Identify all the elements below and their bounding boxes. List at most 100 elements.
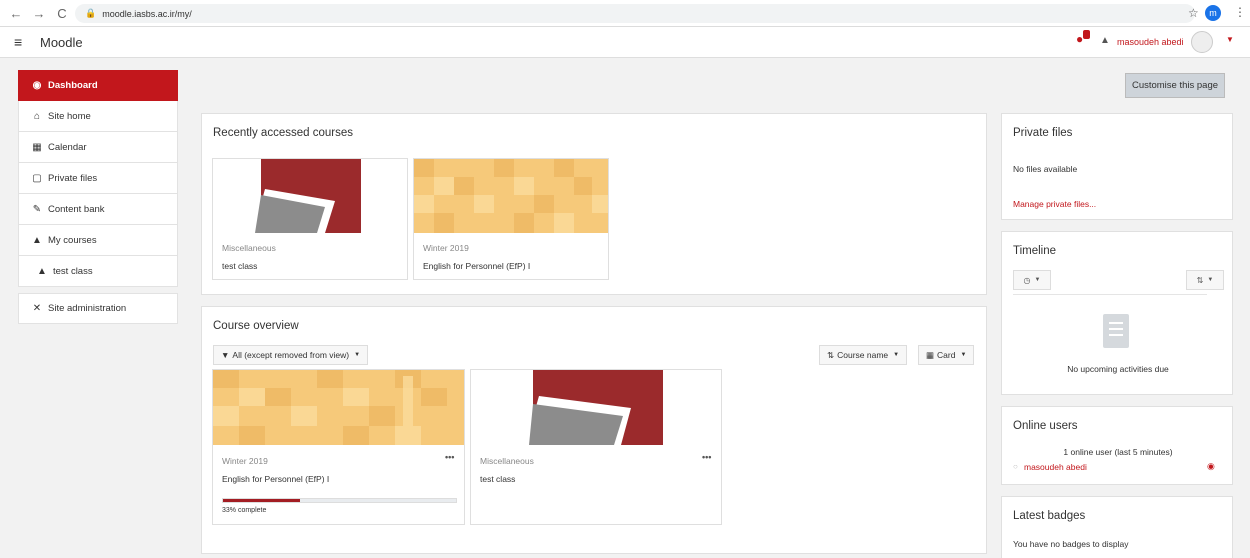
block-title: Private files: [1013, 127, 1073, 139]
course-image: [213, 159, 407, 233]
manage-private-files-link[interactable]: Manage private files...: [1013, 199, 1096, 209]
empty-message: No upcoming activities due: [1067, 364, 1169, 374]
course-image: [471, 370, 721, 445]
progress-label: 33% complete: [222, 507, 267, 514]
browser-menu-icon[interactable]: ⋮: [1234, 5, 1246, 19]
chevron-down-icon: ▼: [1207, 277, 1214, 283]
sort-dropdown[interactable]: ⇅ Course name ▼: [819, 345, 908, 365]
empty-activity-icon: [1103, 314, 1129, 348]
forward-icon[interactable]: →: [32, 6, 46, 21]
online-user-link[interactable]: masoudeh abedi: [1024, 462, 1087, 472]
wrench-icon: ✕: [32, 303, 42, 314]
view-label: Card: [937, 350, 956, 360]
timeline-date-filter[interactable]: ◷ ▼: [1013, 270, 1051, 290]
progress-fill: [223, 499, 300, 502]
browser-profile-avatar[interactable]: m: [1205, 5, 1221, 21]
course-name-link[interactable]: test class: [480, 474, 515, 484]
sidebar-item-label: Site administration: [48, 303, 127, 314]
course-card[interactable]: Winter 2019 ••• English for Personnel (E…: [212, 369, 465, 525]
course-name-link[interactable]: English for Personnel (EfP) I: [423, 261, 530, 271]
grouping-filter-dropdown[interactable]: ▼ All (except removed from view) ▼: [213, 345, 369, 365]
site-brand[interactable]: Moodle: [40, 35, 83, 50]
empty-message: You have no badges to display: [1013, 539, 1129, 549]
course-name-link[interactable]: English for Personnel (EfP) I: [222, 474, 329, 484]
user-avatar[interactable]: [1191, 31, 1213, 53]
sidebar-item-label: My courses: [48, 234, 97, 246]
back-icon[interactable]: ←: [9, 6, 23, 21]
moodle-navbar: ≡ Moodle ● ▲ masoudeh abedi ▼: [0, 27, 1250, 58]
course-category: Miscellaneous: [480, 456, 534, 466]
notification-badge: [1083, 30, 1090, 39]
course-image: [414, 159, 608, 233]
reload-icon[interactable]: C: [55, 6, 69, 21]
sidebar-item-site-home[interactable]: ⌂ Site home: [18, 101, 178, 132]
course-category: Miscellaneous: [222, 243, 276, 253]
sidebar-item-private-files[interactable]: ▢ Private files: [18, 163, 178, 194]
block-title: Course overview: [213, 320, 299, 332]
hamburger-menu-icon[interactable]: ≡: [14, 34, 30, 50]
latest-badges-block: Latest badges You have no badges to disp…: [1001, 496, 1233, 558]
sort-icon: ⇅: [827, 349, 835, 360]
sidebar-item-label: Site home: [48, 110, 91, 122]
recent-courses-block: Recently accessed courses Miscellaneous …: [201, 113, 987, 295]
sidebar-item-test-class[interactable]: ▲ test class: [18, 256, 178, 287]
notification-bell-icon[interactable]: ●: [1076, 32, 1083, 46]
user-menu-name[interactable]: masoudeh abedi: [1117, 37, 1184, 47]
timeline-block: Timeline ◷ ▼ ⇅ ▼ No upcoming activities …: [1001, 231, 1233, 395]
user-avatar-icon: ○: [1013, 462, 1018, 471]
chevron-down-icon: ▼: [354, 352, 361, 358]
view-mode-dropdown[interactable]: ▦ Card ▼: [918, 345, 975, 365]
sidebar-item-label: Dashboard: [48, 80, 98, 91]
graduation-cap-icon: ▲: [37, 265, 47, 277]
sidebar-item-my-courses[interactable]: ▲ My courses: [18, 225, 178, 256]
url-text: moodle.iasbs.ac.ir/my/: [102, 8, 192, 19]
block-title: Timeline: [1013, 245, 1057, 257]
chevron-down-icon[interactable]: ▼: [1226, 35, 1234, 44]
customise-page-button[interactable]: Customise this page: [1125, 73, 1225, 98]
online-users-block: Online users 1 online user (last 5 minut…: [1001, 406, 1233, 485]
online-users-summary: 1 online user (last 5 minutes): [1063, 447, 1173, 457]
brush-icon: ✎: [32, 203, 42, 215]
course-card[interactable]: Winter 2019 English for Personnel (EfP) …: [413, 158, 609, 280]
course-category: Winter 2019: [222, 456, 268, 466]
course-name-link[interactable]: test class: [222, 261, 257, 271]
block-title: Online users: [1013, 420, 1078, 432]
course-overview-block: Course overview ▼ All (except removed fr…: [201, 306, 987, 554]
timeline-sort-dropdown[interactable]: ⇅ ▼: [1186, 270, 1224, 290]
divider: [1013, 294, 1207, 295]
more-options-icon[interactable]: •••: [702, 452, 711, 462]
filter-icon: ▼: [221, 350, 230, 360]
course-card[interactable]: Miscellaneous ••• test class: [470, 369, 722, 525]
course-category: Winter 2019: [423, 243, 469, 253]
sort-icon: ⇅: [1196, 275, 1204, 285]
sidebar-item-label: test class: [53, 265, 93, 277]
empty-message: No files available: [1013, 164, 1078, 174]
home-icon: ⌂: [33, 110, 41, 122]
block-title: Latest badges: [1013, 510, 1086, 522]
chevron-down-icon: ▼: [1034, 277, 1041, 283]
lock-icon: 🔒: [85, 8, 97, 18]
grid-icon: ▦: [926, 349, 935, 360]
address-bar[interactable]: 🔒 moodle.iasbs.ac.ir/my/: [75, 4, 1195, 23]
filter-label: All (except removed from view): [232, 350, 350, 360]
chevron-down-icon: ▼: [893, 352, 900, 358]
bookmark-star-icon[interactable]: ☆: [1188, 6, 1199, 20]
course-card[interactable]: Miscellaneous test class: [212, 158, 408, 280]
block-title: Recently accessed courses: [213, 127, 353, 139]
messages-icon[interactable]: ▲: [1100, 35, 1110, 46]
sidebar-item-content-bank[interactable]: ✎ Content bank: [18, 194, 178, 225]
sort-label: Course name: [837, 350, 889, 360]
file-icon: ▢: [32, 172, 42, 184]
sidebar-item-label: Private files: [48, 172, 98, 184]
course-progress-bar: [222, 498, 457, 503]
private-files-block: Private files No files available Manage …: [1001, 113, 1233, 220]
sidebar-item-calendar[interactable]: ▦ Calendar: [18, 132, 178, 163]
chevron-down-icon: ▼: [960, 352, 967, 358]
more-options-icon[interactable]: •••: [445, 452, 454, 462]
course-image: [213, 370, 464, 445]
dashboard-icon: ◉: [32, 80, 42, 91]
sidebar-item-dashboard[interactable]: ◉ Dashboard: [18, 70, 178, 101]
sidebar-item-site-administration[interactable]: ✕ Site administration: [18, 293, 178, 324]
clock-icon: ◷: [1023, 275, 1031, 285]
eye-icon[interactable]: ◉: [1207, 461, 1215, 472]
